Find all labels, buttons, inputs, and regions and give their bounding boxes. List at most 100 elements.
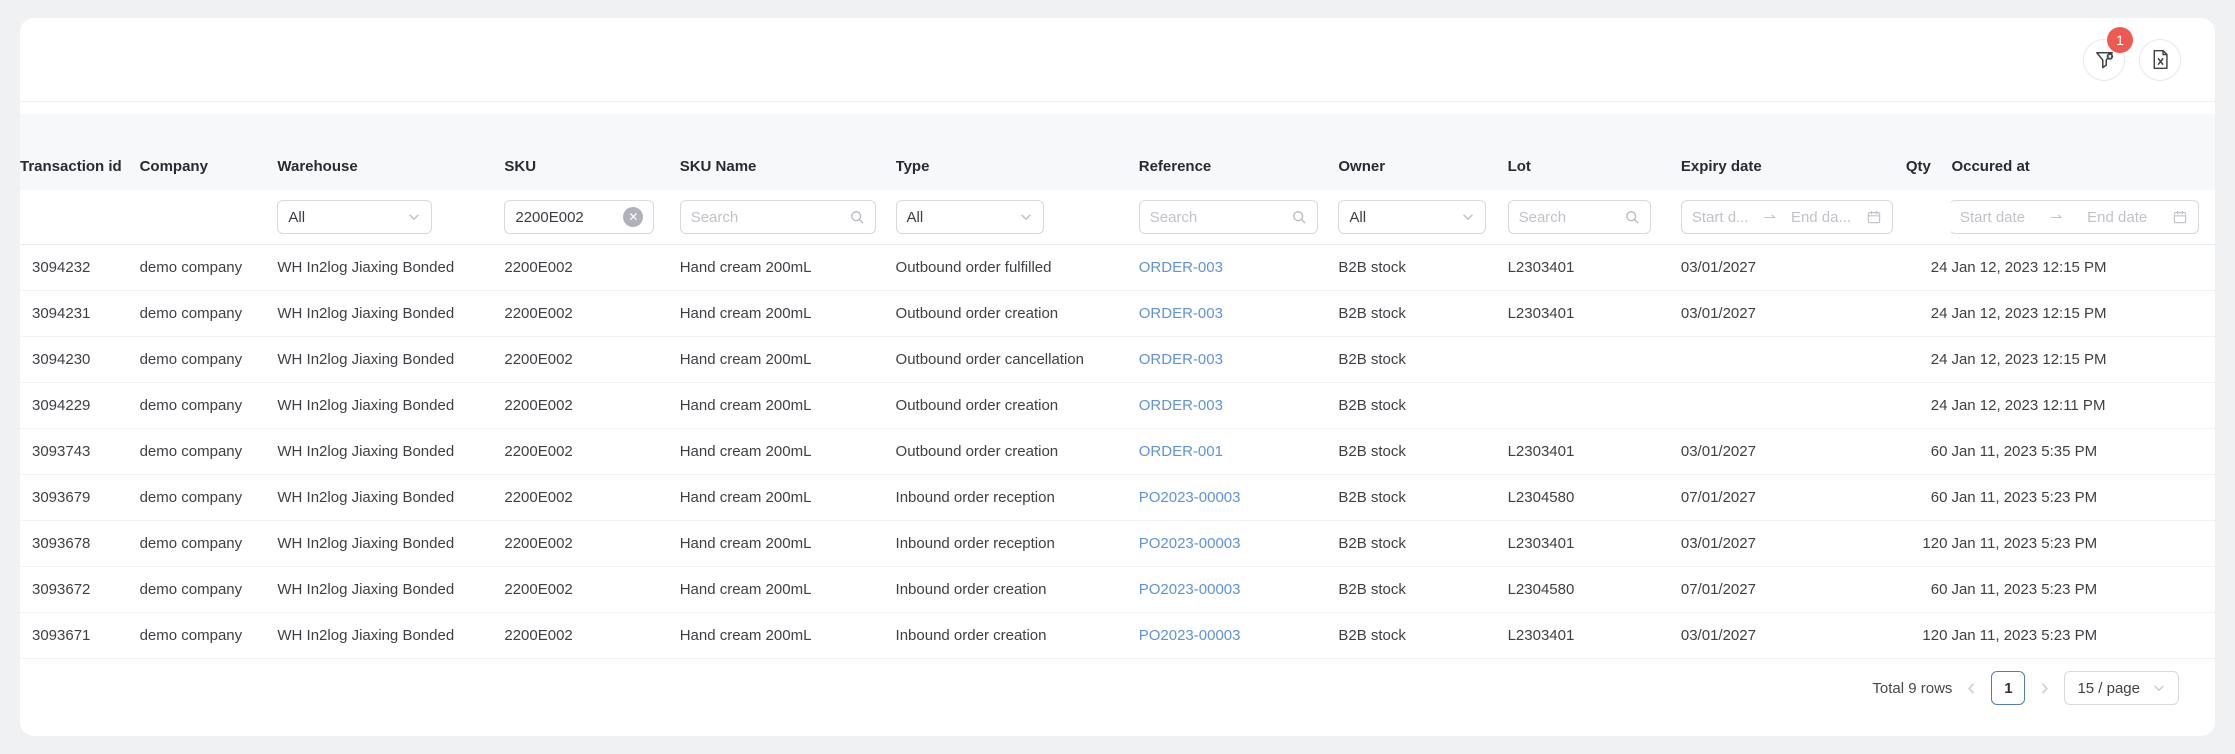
expiry_date-cell: 03/01/2027 [1681, 291, 1906, 337]
chevron-down-icon [1461, 210, 1475, 224]
search-icon [1624, 209, 1640, 225]
sku-name-search-input[interactable]: Search [680, 200, 876, 234]
lot-cell: L2303401 [1508, 291, 1681, 337]
lot-cell [1508, 337, 1681, 383]
sku-cell: 2200E002 [504, 613, 679, 659]
qty-cell: 60 [1906, 429, 1952, 475]
expiry_date-cell: 03/01/2027 [1681, 429, 1906, 475]
warehouse-cell: WH In2log Jiaxing Bonded [277, 429, 504, 475]
company-cell: demo company [140, 521, 278, 567]
reference-link[interactable]: ORDER-001 [1139, 443, 1223, 460]
type-cell: Inbound order creation [896, 567, 1139, 613]
qty-cell: 24 [1906, 245, 1952, 291]
column-header-reference: Reference [1139, 114, 1339, 190]
reference-link[interactable]: ORDER-003 [1139, 259, 1223, 276]
reference-link[interactable]: ORDER-003 [1139, 397, 1223, 414]
lot-cell: L2304580 [1508, 475, 1681, 521]
reference-link[interactable]: ORDER-003 [1139, 305, 1223, 322]
warehouse-cell: WH In2log Jiaxing Bonded [277, 245, 504, 291]
page-size-select[interactable]: 15 / page [2064, 671, 2179, 705]
company-cell: demo company [140, 245, 278, 291]
sku-filter-input[interactable]: 2200E002 ✕ [504, 200, 654, 234]
column-header-sku-name: SKU Name [680, 114, 896, 190]
filter-clear-icon [2093, 48, 2116, 71]
reference-link[interactable]: PO2023-00003 [1139, 581, 1241, 598]
reference-cell: PO2023-00003 [1139, 567, 1339, 613]
owner-filter-value: All [1349, 209, 1366, 226]
owner-filter-select[interactable]: All [1338, 200, 1486, 234]
reference-cell: PO2023-00003 [1139, 613, 1339, 659]
occured_at-cell: Jan 11, 2023 5:35 PM [1951, 429, 2215, 475]
transaction_id-cell: 3094229 [20, 383, 140, 429]
reference-cell: ORDER-003 [1139, 245, 1339, 291]
type-cell: Inbound order creation [896, 613, 1139, 659]
table-row: 3093672demo companyWH In2log Jiaxing Bon… [20, 567, 2215, 613]
qty-cell: 60 [1906, 567, 1952, 613]
reference-link[interactable]: PO2023-00003 [1139, 535, 1241, 552]
column-header-type: Type [896, 114, 1139, 190]
chevron-down-icon [407, 210, 421, 224]
reference-link[interactable]: PO2023-00003 [1139, 627, 1241, 644]
company-cell: demo company [140, 475, 278, 521]
owner-cell: B2B stock [1338, 475, 1507, 521]
warehouse-filter-select[interactable]: All [277, 200, 432, 234]
expiry-start-placeholder: Start d... [1692, 209, 1749, 226]
reference-cell: ORDER-003 [1139, 291, 1339, 337]
expiry-date-range-picker[interactable]: Start d... ⇀ End da... [1681, 200, 1893, 234]
sku-cell: 2200E002 [504, 383, 679, 429]
pagination-page-button[interactable]: 1 [1991, 671, 2025, 705]
sku-cell: 2200E002 [504, 337, 679, 383]
lot-search-input[interactable]: Search [1508, 200, 1651, 234]
transaction_id-cell: 3094230 [20, 337, 140, 383]
type-filter-select[interactable]: All [896, 200, 1044, 234]
qty-cell: 24 [1906, 383, 1952, 429]
transaction_id-cell: 3093679 [20, 475, 140, 521]
clear-icon[interactable]: ✕ [623, 207, 643, 227]
type-cell: Outbound order creation [896, 429, 1139, 475]
chevron-left-icon [1964, 681, 1979, 696]
occured-end-placeholder: End date [2087, 209, 2147, 226]
occured_at-cell: Jan 11, 2023 5:23 PM [1951, 613, 2215, 659]
transactions-table: Transaction id Company Warehouse SKU SKU… [20, 114, 2215, 659]
type-filter-value: All [907, 209, 924, 226]
warehouse-filter-value: All [288, 209, 305, 226]
expiry_date-cell [1681, 383, 1906, 429]
chevron-down-icon [2152, 681, 2166, 695]
qty-cell: 60 [1906, 475, 1952, 521]
warehouse-cell: WH In2log Jiaxing Bonded [277, 383, 504, 429]
qty-cell: 24 [1906, 337, 1952, 383]
sku_name-cell: Hand cream 200mL [680, 337, 896, 383]
lot-cell: L2303401 [1508, 521, 1681, 567]
sku_name-cell: Hand cream 200mL [680, 567, 896, 613]
transaction_id-cell: 3093672 [20, 567, 140, 613]
owner-cell: B2B stock [1338, 245, 1507, 291]
table-row: 3093743demo companyWH In2log Jiaxing Bon… [20, 429, 2215, 475]
occured_at-cell: Jan 12, 2023 12:11 PM [1951, 383, 2215, 429]
calendar-icon [1866, 209, 1882, 225]
type-cell: Outbound order creation [896, 383, 1139, 429]
sku_name-cell: Hand cream 200mL [680, 245, 896, 291]
pagination-prev-button[interactable] [1964, 681, 1979, 696]
reference-link[interactable]: PO2023-00003 [1139, 489, 1241, 506]
lot-search-placeholder: Search [1519, 209, 1567, 226]
column-header-lot: Lot [1508, 114, 1681, 190]
sku-cell: 2200E002 [504, 429, 679, 475]
expiry_date-cell: 03/01/2027 [1681, 245, 1906, 291]
reference-search-input[interactable]: Search [1139, 200, 1318, 234]
column-header-transaction-id: Transaction id [20, 114, 140, 190]
pagination-next-button[interactable] [2037, 681, 2052, 696]
occured-at-range-picker[interactable]: Start date ⇀ End date [1951, 200, 2199, 234]
column-header-warehouse: Warehouse [277, 114, 504, 190]
clear-filters-button[interactable]: 1 [2083, 39, 2125, 81]
qty-cell: 120 [1906, 613, 1952, 659]
sku-cell: 2200E002 [504, 291, 679, 337]
expiry_date-cell: 07/01/2027 [1681, 567, 1906, 613]
reference-link[interactable]: ORDER-003 [1139, 351, 1223, 368]
search-icon [1291, 209, 1307, 225]
export-excel-button[interactable] [2139, 39, 2181, 81]
table-row: 3094232demo companyWH In2log Jiaxing Bon… [20, 245, 2215, 291]
expiry_date-cell: 03/01/2027 [1681, 521, 1906, 567]
warehouse-cell: WH In2log Jiaxing Bonded [277, 521, 504, 567]
column-header-sku: SKU [504, 114, 679, 190]
occured_at-cell: Jan 12, 2023 12:15 PM [1951, 291, 2215, 337]
